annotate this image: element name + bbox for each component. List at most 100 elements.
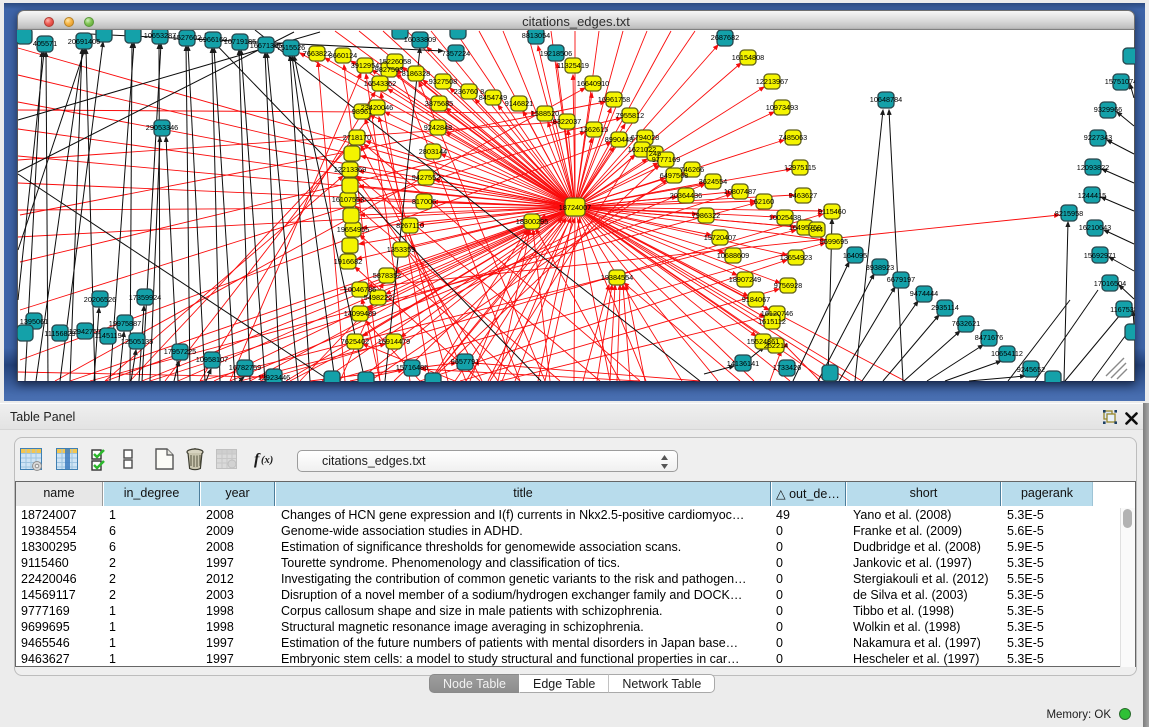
svg-text:(x): (x) [261,455,273,466]
svg-text:5878352: 5878352 [373,271,401,280]
svg-text:16640910: 16640910 [577,79,609,88]
svg-text:164095: 164095 [843,251,867,260]
svg-text:12923446: 12923446 [258,373,290,382]
svg-text:16210643: 16210643 [1079,223,1111,232]
svg-text:405571: 405571 [33,39,57,48]
svg-text:12093822: 12093822 [1077,163,1109,172]
svg-text:12505135: 12505135 [121,337,153,346]
svg-text:16961758: 16961758 [598,95,630,104]
svg-text:17016504: 17016504 [1094,279,1126,288]
svg-text:16107553: 16107553 [332,195,364,204]
svg-text:10648784: 10648784 [870,95,902,104]
svg-text:817006: 817006 [412,197,436,206]
svg-text:18907249: 18907249 [729,275,761,284]
svg-text:10973493: 10973493 [766,103,798,112]
svg-text:7663822: 7663822 [303,49,331,58]
svg-text:6679197: 6679197 [887,275,915,284]
svg-text:29053346: 29053346 [146,123,178,132]
svg-text:16543362: 16543362 [364,79,396,88]
svg-text:8454749: 8454749 [479,93,507,102]
svg-text:16782759: 16782759 [229,363,261,372]
svg-text:844: 844 [811,225,823,234]
svg-text:252214: 252214 [764,341,788,350]
svg-text:7955812: 7955812 [616,111,644,120]
svg-text:2935114: 2935114 [931,303,959,312]
svg-text:15692971: 15692971 [1084,251,1116,260]
svg-text:8322037: 8322037 [553,117,581,126]
svg-text:98961: 98961 [352,107,372,116]
svg-text:9427552: 9427552 [412,173,440,182]
svg-text:1353359: 1353359 [387,245,415,254]
svg-text:8990448: 8990448 [605,135,633,144]
svg-text:16914479: 16914479 [378,337,410,346]
svg-text:20364436: 20364436 [670,191,702,200]
svg-text:12975115: 12975115 [784,163,816,172]
svg-text:1244415: 1244415 [1078,191,1106,200]
svg-text:9699695: 9699695 [820,237,848,246]
svg-text:16033809: 16033809 [404,35,436,44]
svg-text:10654112: 10654112 [991,349,1023,358]
svg-text:8813054: 8813054 [522,31,550,40]
svg-text:1527602: 1527602 [173,33,201,42]
svg-text:2803144: 2803144 [419,147,447,156]
svg-text:1615112: 1615112 [758,317,786,326]
svg-text:13654923: 13654923 [780,253,812,262]
svg-text:8471676: 8471676 [975,333,1003,342]
svg-text:9242848: 9242848 [424,123,452,132]
svg-text:20691406: 20691406 [68,37,100,46]
svg-text:1167533: 1167533 [1110,305,1135,314]
svg-text:62160: 62160 [754,197,774,206]
svg-text:15716485: 15716485 [396,363,428,372]
svg-text:15226058: 15226058 [379,57,411,66]
svg-text:8660124: 8660124 [329,51,357,60]
svg-text:9184067: 9184067 [742,295,770,304]
svg-text:9827503: 9827503 [375,65,403,74]
svg-text:2687682: 2687682 [711,33,739,42]
svg-text:9657791: 9657791 [451,357,479,366]
svg-text:14099489: 14099489 [344,309,376,318]
svg-text:9463627: 9463627 [789,191,817,200]
svg-text:9756928: 9756928 [774,281,802,290]
svg-text:9245652: 9245652 [1017,365,1045,374]
svg-text:9146821: 9146821 [505,99,533,108]
svg-text:14136141: 14136141 [727,359,759,368]
svg-text:17359924: 17359924 [129,293,161,302]
svg-text:5498222: 5498222 [364,293,392,302]
svg-text:f: f [254,451,261,468]
svg-text:15751074: 15751074 [1105,77,1135,86]
svg-text:19384554: 19384554 [601,273,633,282]
svg-text:18724007: 18724007 [559,203,591,212]
svg-text:7625402: 7625402 [341,337,369,346]
svg-text:1145119: 1145119 [94,331,121,340]
svg-text:18300295: 18300295 [516,217,548,226]
svg-text:12213967: 12213967 [756,77,788,86]
svg-text:3624554: 3624554 [699,177,727,186]
svg-text:10025438: 10025438 [769,213,801,222]
svg-text:746266: 746266 [680,165,704,174]
svg-text:9474444: 9474444 [910,289,938,298]
svg-text:7632621: 7632621 [952,319,980,328]
svg-text:11325419: 11325419 [557,61,589,70]
svg-text:17957225: 17957225 [164,347,196,356]
svg-text:8267110: 8267110 [396,221,424,230]
svg-text:1395061: 1395061 [20,317,48,326]
svg-text:8186328: 8186328 [402,69,430,78]
svg-text:9777169: 9777169 [652,155,680,164]
svg-text:3875685: 3875685 [425,99,453,108]
svg-text:16154808: 16154808 [732,53,764,62]
svg-text:10688609: 10688609 [717,251,749,260]
svg-text:15720407: 15720407 [704,233,736,242]
svg-text:1733426: 1733426 [773,363,801,372]
svg-text:9327508: 9327508 [429,77,457,86]
svg-text:10958107: 10958107 [196,355,228,364]
svg-text:9115460: 9115460 [818,207,846,216]
svg-text:19218506: 19218506 [540,49,572,58]
svg-text:9329966: 9329966 [1094,105,1122,114]
svg-text:19975887: 19975887 [109,319,141,328]
svg-text:7986322: 7986322 [692,211,720,220]
svg-text:2718170: 2718170 [343,133,371,142]
svg-text:19654955: 19654955 [337,225,369,234]
svg-text:20206526: 20206526 [84,295,116,304]
svg-text:8215958: 8215958 [1055,209,1083,218]
svg-text:8938923: 8938923 [866,263,894,272]
